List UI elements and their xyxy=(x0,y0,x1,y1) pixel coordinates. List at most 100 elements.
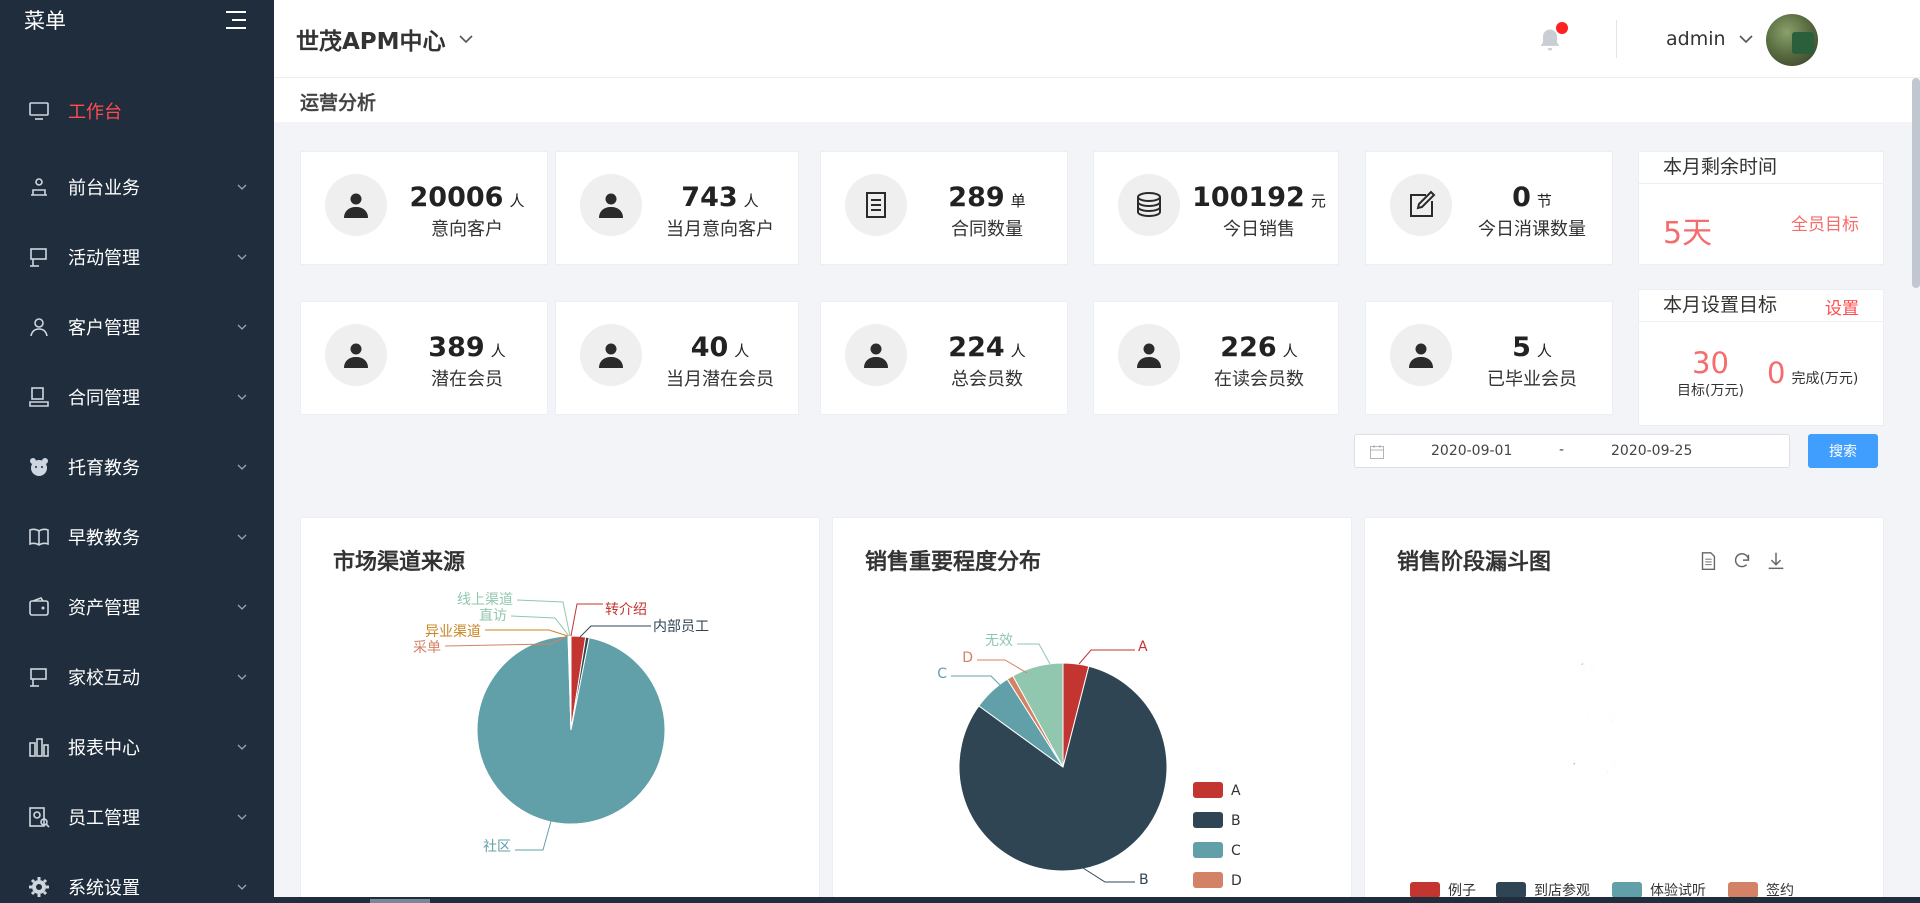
stat-card: 224 人总会员数 xyxy=(820,301,1068,415)
stat-text: 224 人总会员数 xyxy=(913,332,1061,391)
brand-title: 世茂APM中心 xyxy=(296,29,446,55)
legend-label: B xyxy=(1231,813,1241,829)
brand-selector[interactable]: 世茂APM中心 xyxy=(296,22,474,56)
stat-text: 5 人已毕业会员 xyxy=(1458,332,1606,391)
stat-unit: 人 xyxy=(1282,342,1298,360)
label-leader-line xyxy=(579,625,651,638)
legend-swatch[interactable] xyxy=(1193,812,1223,828)
horizontal-scroll-thumb[interactable] xyxy=(370,899,430,903)
vertical-scrollbar[interactable] xyxy=(1912,78,1920,288)
sidebar-item-label: 系统设置 xyxy=(68,878,140,899)
remaining-time-card: 本月剩余时间 5天 全员目标 xyxy=(1638,151,1884,265)
remaining-days: 5天 xyxy=(1663,216,1713,251)
funnel-stage-label: 签约 xyxy=(1579,808,1610,826)
menu-toggle-icon[interactable] xyxy=(226,11,246,29)
sidebar-item-4[interactable]: 合同管理 xyxy=(0,362,274,432)
user-menu[interactable]: admin xyxy=(1666,28,1754,50)
label-leader-line xyxy=(515,820,552,851)
target-title-text: 本月设置目标 xyxy=(1663,294,1778,316)
stat-unit: 人 xyxy=(1536,342,1552,360)
avatar[interactable] xyxy=(1766,14,1818,66)
legend-label: D xyxy=(1231,873,1242,889)
chevron-down-icon xyxy=(237,674,247,680)
sidebar-item-5[interactable]: 托育教务 xyxy=(0,432,274,502)
set-target-link[interactable]: 设置 xyxy=(1825,294,1859,324)
board-icon xyxy=(26,244,52,270)
stat-value-line: 20006 人 xyxy=(393,182,541,213)
sidebar-item-9[interactable]: 报表中心 xyxy=(0,712,274,782)
start-date-input[interactable]: 2020-09-01 xyxy=(1431,443,1512,459)
stat-card: 226 人在读会员数 xyxy=(1093,301,1339,415)
sidebar-item-11[interactable]: 系统设置 xyxy=(0,852,274,903)
header-divider xyxy=(1616,20,1617,58)
staff-icon xyxy=(26,804,52,830)
stat-text: 743 人当月意向客户 xyxy=(648,182,792,241)
date-range-picker[interactable]: 2020-09-01 - 2020-09-25 xyxy=(1354,434,1790,468)
sidebar-item-label: 前台业务 xyxy=(68,178,140,199)
slice-label: D xyxy=(962,650,973,666)
sidebar-item-label: 托育教务 xyxy=(68,458,140,479)
legend-swatch[interactable] xyxy=(1410,882,1440,898)
sidebar-header: 菜单 xyxy=(0,0,274,40)
sidebar-item-label: 资产管理 xyxy=(68,598,140,619)
stat-unit: 单 xyxy=(1010,192,1026,210)
notification-badge xyxy=(1556,22,1568,34)
stat-value-line: 224 人 xyxy=(913,332,1061,363)
legend-swatch[interactable] xyxy=(1496,882,1526,898)
legend-swatch[interactable] xyxy=(1612,882,1642,898)
sales-importance-panel: 销售重要程度分布 A B C D 无效 A B C D xyxy=(832,517,1352,903)
slice-label: 直访 xyxy=(479,607,507,624)
gear-icon xyxy=(26,874,52,900)
slice-label: C xyxy=(937,666,947,682)
legend-swatch[interactable] xyxy=(1728,882,1758,898)
sidebar-item-8[interactable]: 家校互动 xyxy=(0,642,274,712)
stat-unit: 人 xyxy=(490,342,506,360)
sidebar-item-6[interactable]: 早教教务 xyxy=(0,502,274,572)
sidebar-item-3[interactable]: 客户管理 xyxy=(0,292,274,362)
coins-icon xyxy=(1118,174,1180,236)
remaining-title-text: 本月剩余时间 xyxy=(1663,156,1778,178)
search-button[interactable]: 搜索 xyxy=(1808,434,1878,468)
target-card: 本月设置目标 设置 30 目标(万元) 0 完成(万元) xyxy=(1638,289,1884,426)
stat-label: 在读会员数 xyxy=(1214,369,1304,390)
stat-value-line: 100192 元 xyxy=(1186,182,1332,213)
all-staff-target-link[interactable]: 全员目标 xyxy=(1791,210,1859,235)
sidebar-item-2[interactable]: 活动管理 xyxy=(0,222,274,292)
stat-value: 0 xyxy=(1512,182,1531,213)
document-icon xyxy=(845,174,907,236)
stat-card: 5 人已毕业会员 xyxy=(1365,301,1613,415)
sales-funnel-chart: 例子到店参观体验试听签约例子 到店参观 体验试听 签约 xyxy=(1410,658,1794,899)
calendar-icon xyxy=(1370,445,1384,459)
person-icon xyxy=(580,174,642,236)
slice-label: 采单 xyxy=(413,640,441,656)
slice-label: A xyxy=(1138,639,1148,655)
end-date-input[interactable]: 2020-09-25 xyxy=(1611,443,1692,459)
legend-swatch[interactable] xyxy=(1193,842,1223,858)
legend-swatch[interactable] xyxy=(1193,872,1223,888)
horizontal-scrollbar[interactable] xyxy=(274,897,1920,903)
sidebar-item-label: 报表中心 xyxy=(68,738,140,759)
stat-label: 当月意向客户 xyxy=(666,219,774,240)
stat-value-line: 5人 xyxy=(1458,332,1606,363)
legend-label: C xyxy=(1231,843,1241,859)
sidebar-item-1[interactable]: 前台业务 xyxy=(0,152,274,222)
chevron-down-icon xyxy=(458,35,473,44)
stat-unit: 人 xyxy=(1010,342,1026,360)
stat-label: 潜在会员 xyxy=(431,369,503,390)
sidebar-item-10[interactable]: 员工管理 xyxy=(0,782,274,852)
sidebar-item-0[interactable]: 工作台 xyxy=(0,78,274,144)
stat-unit: 人 xyxy=(509,192,525,210)
board-icon xyxy=(26,664,52,690)
stat-text: 100192 元今日销售 xyxy=(1186,182,1332,241)
done-amount-label: 完成(万元) xyxy=(1791,371,1859,387)
stat-value: 224 xyxy=(948,332,1005,363)
stat-label: 意向客户 xyxy=(431,219,503,240)
chevron-down-icon xyxy=(237,464,247,470)
sidebar-item-7[interactable]: 资产管理 xyxy=(0,572,274,642)
stat-unit: 节 xyxy=(1536,192,1552,210)
person-icon xyxy=(1390,324,1452,386)
market-channel-pie-chart: 转介绍内部员工社区 采单异业渠道直访线上渠道 xyxy=(413,592,709,855)
slice-label: 线上渠道 xyxy=(457,592,513,608)
stat-value: 100192 xyxy=(1192,182,1305,213)
legend-swatch[interactable] xyxy=(1193,782,1223,798)
